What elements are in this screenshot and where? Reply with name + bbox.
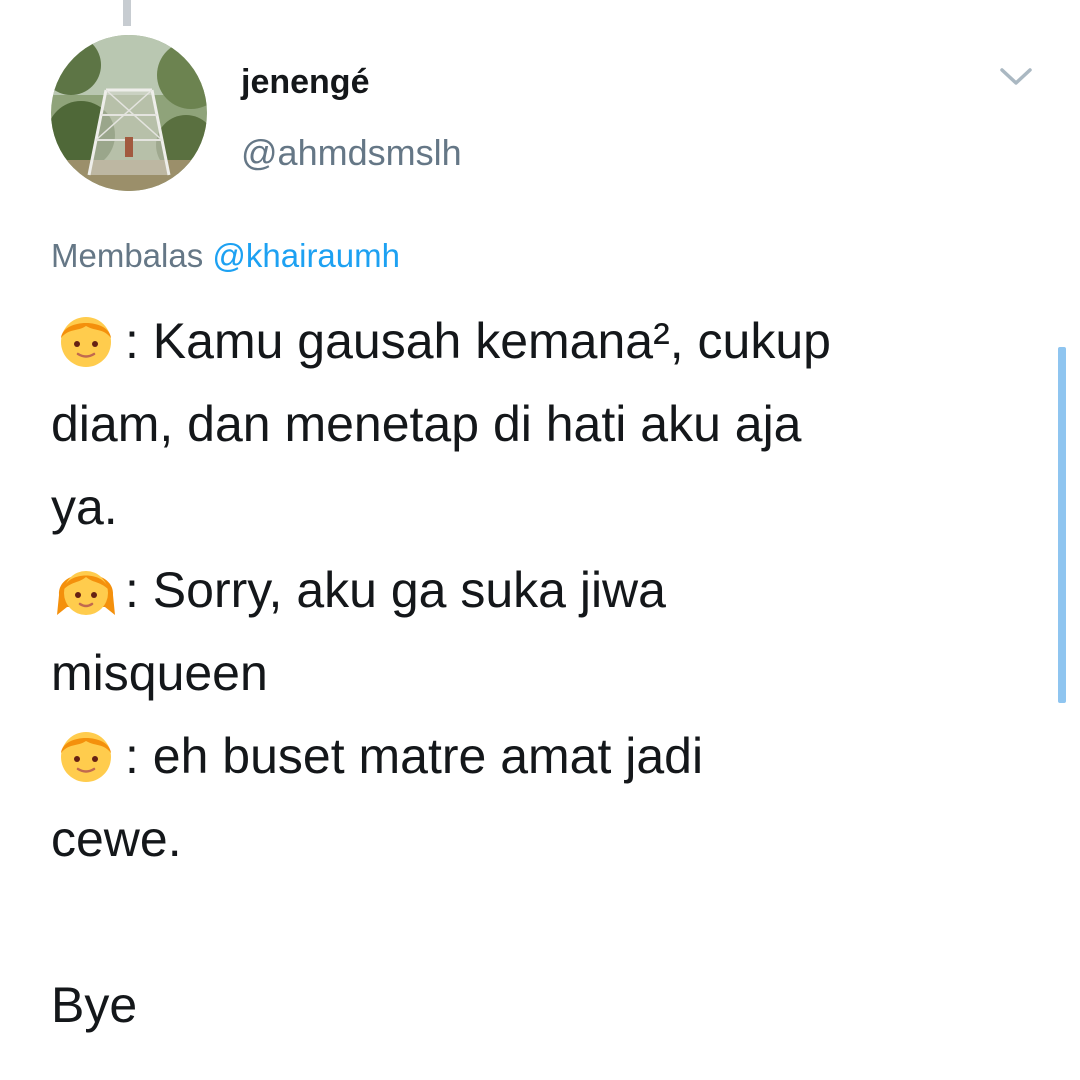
avatar[interactable] <box>51 35 207 191</box>
reply-prefix: Membalas <box>51 237 204 274</box>
tweet-line: diam, dan menetap di hati aku aja <box>51 396 802 452</box>
display-name[interactable]: jenengé <box>241 62 369 102</box>
boy-emoji-icon <box>51 723 121 785</box>
girl-emoji-icon <box>51 557 121 619</box>
tweet-line: : Sorry, aku ga suka jiwa <box>51 549 1051 632</box>
user-handle[interactable]: @ahmdsmslh <box>241 132 462 174</box>
tweet-line: cewe. <box>51 811 182 867</box>
boy-emoji-icon <box>51 308 121 370</box>
chevron-down-icon[interactable] <box>998 62 1034 90</box>
tweet-line: : eh buset matre amat jadi <box>51 715 1051 798</box>
reply-context: Membalas @khairaumh <box>51 236 400 276</box>
tweet-text: : Kamu gausah kemana², cukup diam, dan m… <box>51 300 1051 1047</box>
tweet-line: misqueen <box>51 645 268 701</box>
scrollbar[interactable] <box>1058 347 1066 703</box>
tweet-line: : Kamu gausah kemana², cukup <box>51 300 1051 383</box>
tweet-line: ya. <box>51 479 118 535</box>
thread-connector-line <box>123 0 131 26</box>
tweet-line: Bye <box>51 977 138 1033</box>
reply-mention-link[interactable]: @khairaumh <box>212 237 400 274</box>
